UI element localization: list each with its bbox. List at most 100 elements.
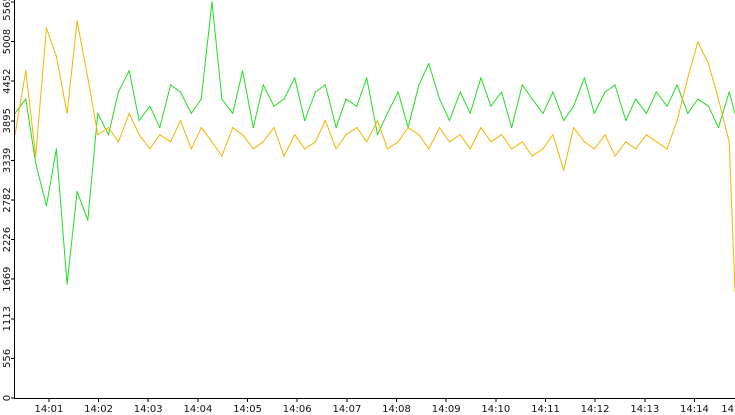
series-1-point <box>717 98 720 100</box>
series-1-point <box>469 148 471 150</box>
series-0-point <box>625 119 627 122</box>
series-0-point <box>335 127 337 129</box>
series-0-point <box>439 98 441 100</box>
series-1-point <box>666 148 668 150</box>
x-tick-label: 14:09 <box>432 404 461 415</box>
series-0-point <box>531 98 533 100</box>
series-0-point <box>190 112 192 114</box>
series-1-point <box>645 134 648 136</box>
x-tick-label: 14:08 <box>382 404 411 415</box>
series-0-point <box>511 127 513 129</box>
series-1-point <box>593 148 595 150</box>
series-1-point <box>480 127 482 129</box>
series-1-point <box>345 134 347 136</box>
series-1-point <box>366 141 368 143</box>
series-1-point <box>232 127 234 129</box>
series-0-point <box>666 105 668 107</box>
series-0-point <box>273 105 275 107</box>
series-0-point <box>707 105 710 107</box>
series-0-point <box>645 112 648 114</box>
x-tick-label: 14:11 <box>531 404 560 415</box>
y-tick-label: 3895 <box>2 108 13 133</box>
x-tick-label: 14:05 <box>233 404 262 415</box>
series-1-point <box>625 141 627 143</box>
y-tick-label: 1669 <box>2 266 13 291</box>
series-1 <box>14 20 735 292</box>
series-0-point <box>159 127 161 129</box>
series-1-point <box>55 55 58 58</box>
series-0-point <box>563 119 565 122</box>
series-1-point <box>335 148 337 150</box>
series-0-point <box>35 162 37 164</box>
series-0-point <box>324 84 326 86</box>
y-tick-label: 2226 <box>2 227 13 252</box>
series-1-line <box>14 20 735 292</box>
series-0-point <box>521 84 523 86</box>
series-0-point <box>242 70 244 72</box>
series-0-point <box>138 119 140 122</box>
series-1-point <box>252 148 254 150</box>
series-0-point <box>25 98 27 100</box>
y-tick-label: 556 <box>2 349 13 368</box>
series-0-point <box>55 148 58 150</box>
series-0-point <box>170 84 172 86</box>
series-0-point <box>469 112 471 114</box>
series-0-point <box>583 77 586 79</box>
series-0-point <box>345 98 347 100</box>
series-1-point <box>376 119 379 122</box>
series-0-point <box>635 98 637 100</box>
series-0-point <box>687 112 689 114</box>
series-1-point <box>117 141 119 143</box>
series-0-point <box>490 105 492 107</box>
series-0-point <box>283 98 285 100</box>
series-1-point <box>242 134 244 136</box>
series-1-point <box>107 127 110 129</box>
series-0-point <box>366 77 368 79</box>
series-0-point <box>418 84 420 86</box>
series-1-point <box>304 148 306 150</box>
series-1-point <box>635 148 637 150</box>
series-1-point <box>149 148 151 150</box>
y-tick-label: 4452 <box>2 68 13 93</box>
x-tick-label: 14:04 <box>183 404 212 415</box>
series-0-point <box>232 112 234 114</box>
chart-canvas: 0 556 1113 1669 2226 2782 3339 3895 4452 5008 5565… <box>2 0 735 415</box>
x-tick-label: 14:10 <box>481 404 510 415</box>
series-0-point <box>211 1 213 3</box>
series-1-point <box>563 169 565 171</box>
series-1-point <box>459 134 461 136</box>
series-1-point <box>521 141 523 143</box>
series-1-point <box>170 141 172 143</box>
series-0-point <box>66 283 68 285</box>
series-0-point <box>459 91 461 93</box>
series-1-point <box>728 141 730 143</box>
series-0-point <box>655 91 658 93</box>
x-tick-label: 14:13 <box>630 404 659 415</box>
series-1-point <box>179 119 182 122</box>
series-1-point <box>87 77 89 79</box>
series-0-point <box>179 91 182 93</box>
series-1-point <box>490 141 492 143</box>
series-0-point <box>356 105 358 107</box>
axes-layer <box>14 0 735 399</box>
y-tick-label: 5008 <box>2 29 13 54</box>
series-0-point <box>397 91 399 93</box>
series-1-point <box>211 141 213 143</box>
series-0-point <box>314 91 316 93</box>
x-tick-label: 14 <box>721 404 734 415</box>
series-1-point <box>159 134 161 136</box>
series-1-point <box>583 141 586 143</box>
series-1-point <box>138 134 140 136</box>
series-0-point <box>501 91 503 93</box>
series-0-point <box>552 91 554 93</box>
series-0-point <box>480 77 482 79</box>
series-0-point <box>614 84 616 86</box>
x-tick-label: 14:07 <box>332 404 361 415</box>
series-1-point <box>439 127 441 129</box>
y-tick-label: 0 <box>2 395 13 401</box>
series-0-point <box>697 98 699 100</box>
series-1-point <box>97 134 99 136</box>
series-1-point <box>697 41 699 43</box>
series-1-point <box>542 148 544 150</box>
series-1-point <box>407 127 409 129</box>
